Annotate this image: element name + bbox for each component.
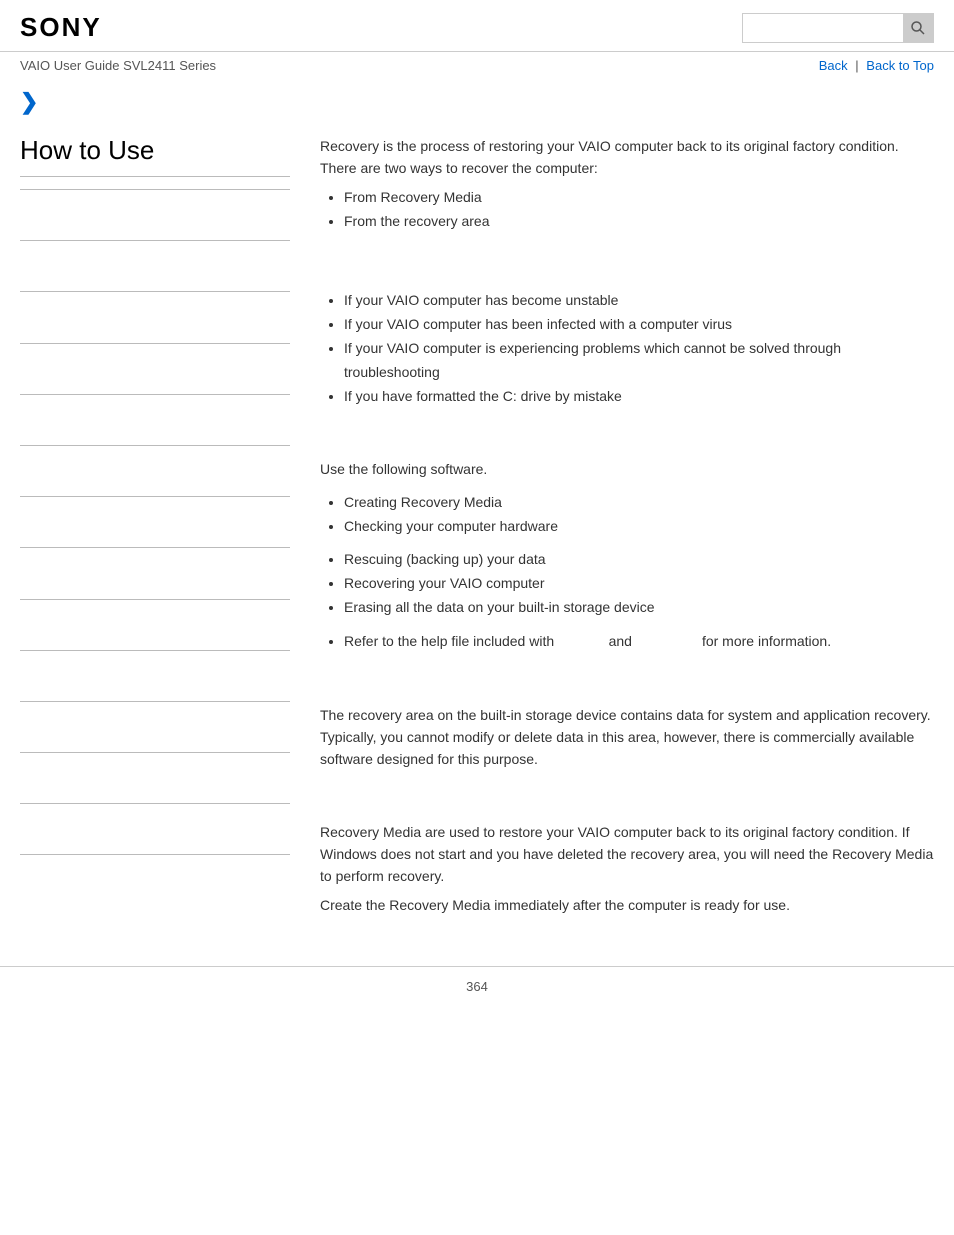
sidebar-divider-8 [20,599,290,600]
spacer-2 [320,438,934,458]
sidebar-divider-2 [20,291,290,292]
spacer-4 [320,801,934,821]
search-button[interactable] [903,14,933,42]
sidebar-divider-7 [20,547,290,548]
search-input[interactable] [743,14,903,42]
section-recovery-intro: Recovery is the process of restoring you… [320,135,934,233]
sidebar-item-10 [20,663,290,689]
sidebar-item-8 [20,560,290,586]
sidebar-divider-5 [20,445,290,446]
sidebar-divider-3 [20,343,290,344]
nav-separator: | [855,58,858,73]
sidebar-divider-1 [20,240,290,241]
chevron-right-icon: ❯ [20,89,38,114]
sidebar-item-2 [20,253,290,279]
sidebar: How to Use [20,115,310,946]
sidebar-divider-9 [20,650,290,651]
sidebar-item-6 [20,458,290,484]
list-item-rescuing: Rescuing (backing up) your data [344,548,934,572]
sidebar-item-3 [20,304,290,330]
spacer-3 [320,684,934,704]
recovery-media-text-2: Create the Recovery Media immediately af… [320,894,934,916]
sidebar-divider-4 [20,394,290,395]
sidebar-item-7 [20,509,290,535]
sidebar-divider-10 [20,701,290,702]
breadcrumb-arrow: ❯ [0,79,954,115]
sidebar-divider-11 [20,752,290,753]
back-to-top-link[interactable]: Back to Top [866,58,934,73]
recovery-list-1: From Recovery Media From the recovery ar… [320,186,934,234]
sidebar-title: How to Use [20,135,290,177]
sidebar-divider-13 [20,854,290,855]
sidebar-item-5 [20,407,290,433]
sidebar-item-11 [20,714,290,740]
back-link[interactable]: Back [819,58,848,73]
main-content: How to Use Recovery is th [0,115,954,946]
list-item-from-area: From the recovery area [344,210,934,234]
recovery-area-text: The recovery area on the built-in storag… [320,704,934,771]
search-icon [910,20,926,36]
software-list-2: Rescuing (backing up) your data Recoveri… [320,548,934,619]
list-item-formatted: If you have formatted the C: drive by mi… [344,385,934,409]
sidebar-item-12 [20,765,290,791]
list-item-erasing: Erasing all the data on your built-in st… [344,596,934,620]
header: SONY [0,0,954,52]
list-item-creating-media: Creating Recovery Media [344,491,934,515]
section-recovery-area: The recovery area on the built-in storag… [320,704,934,771]
software-list-1: Creating Recovery Media Checking your co… [320,491,934,539]
list-item-virus: If your VAIO computer has been infected … [344,313,934,337]
content-area: Recovery is the process of restoring you… [310,115,934,946]
list-item-from-media: From Recovery Media [344,186,934,210]
section-recovery-media: Recovery Media are used to restore your … [320,821,934,917]
when-list: If your VAIO computer has become unstabl… [320,289,934,408]
sidebar-item-1 [20,202,290,228]
list-item-problems: If your VAIO computer is experiencing pr… [344,337,934,385]
sidebar-item-4 [20,356,290,382]
list-item-unstable: If your VAIO computer has become unstabl… [344,289,934,313]
nav-links: Back | Back to Top [819,58,934,73]
list-item-recovering: Recovering your VAIO computer [344,572,934,596]
recovery-text-1: Recovery is the process of restoring you… [320,135,934,157]
list-item-help-file: Refer to the help file included with and… [344,630,934,654]
sidebar-divider-6 [20,496,290,497]
sony-logo: SONY [20,12,102,43]
recovery-media-text-1: Recovery Media are used to restore your … [320,821,934,888]
recovery-text-2: There are two ways to recover the comput… [320,157,934,179]
spacer-1 [320,263,934,283]
section-when-to-recover: If your VAIO computer has become unstabl… [320,289,934,408]
sidebar-divider-12 [20,803,290,804]
list-item-checking-hardware: Checking your computer hardware [344,515,934,539]
section-software: Use the following software. Creating Rec… [320,458,934,653]
page-number: 364 [466,979,488,994]
page-footer: 364 [0,966,954,1006]
sidebar-item-13 [20,816,290,842]
sub-header: VAIO User Guide SVL2411 Series Back | Ba… [0,52,954,79]
guide-title: VAIO User Guide SVL2411 Series [20,58,216,73]
sidebar-item-9 [20,612,290,638]
software-text: Use the following software. [320,458,934,480]
search-box [742,13,934,43]
software-list-3: Refer to the help file included with and… [320,630,934,654]
sidebar-divider-0 [20,189,290,190]
